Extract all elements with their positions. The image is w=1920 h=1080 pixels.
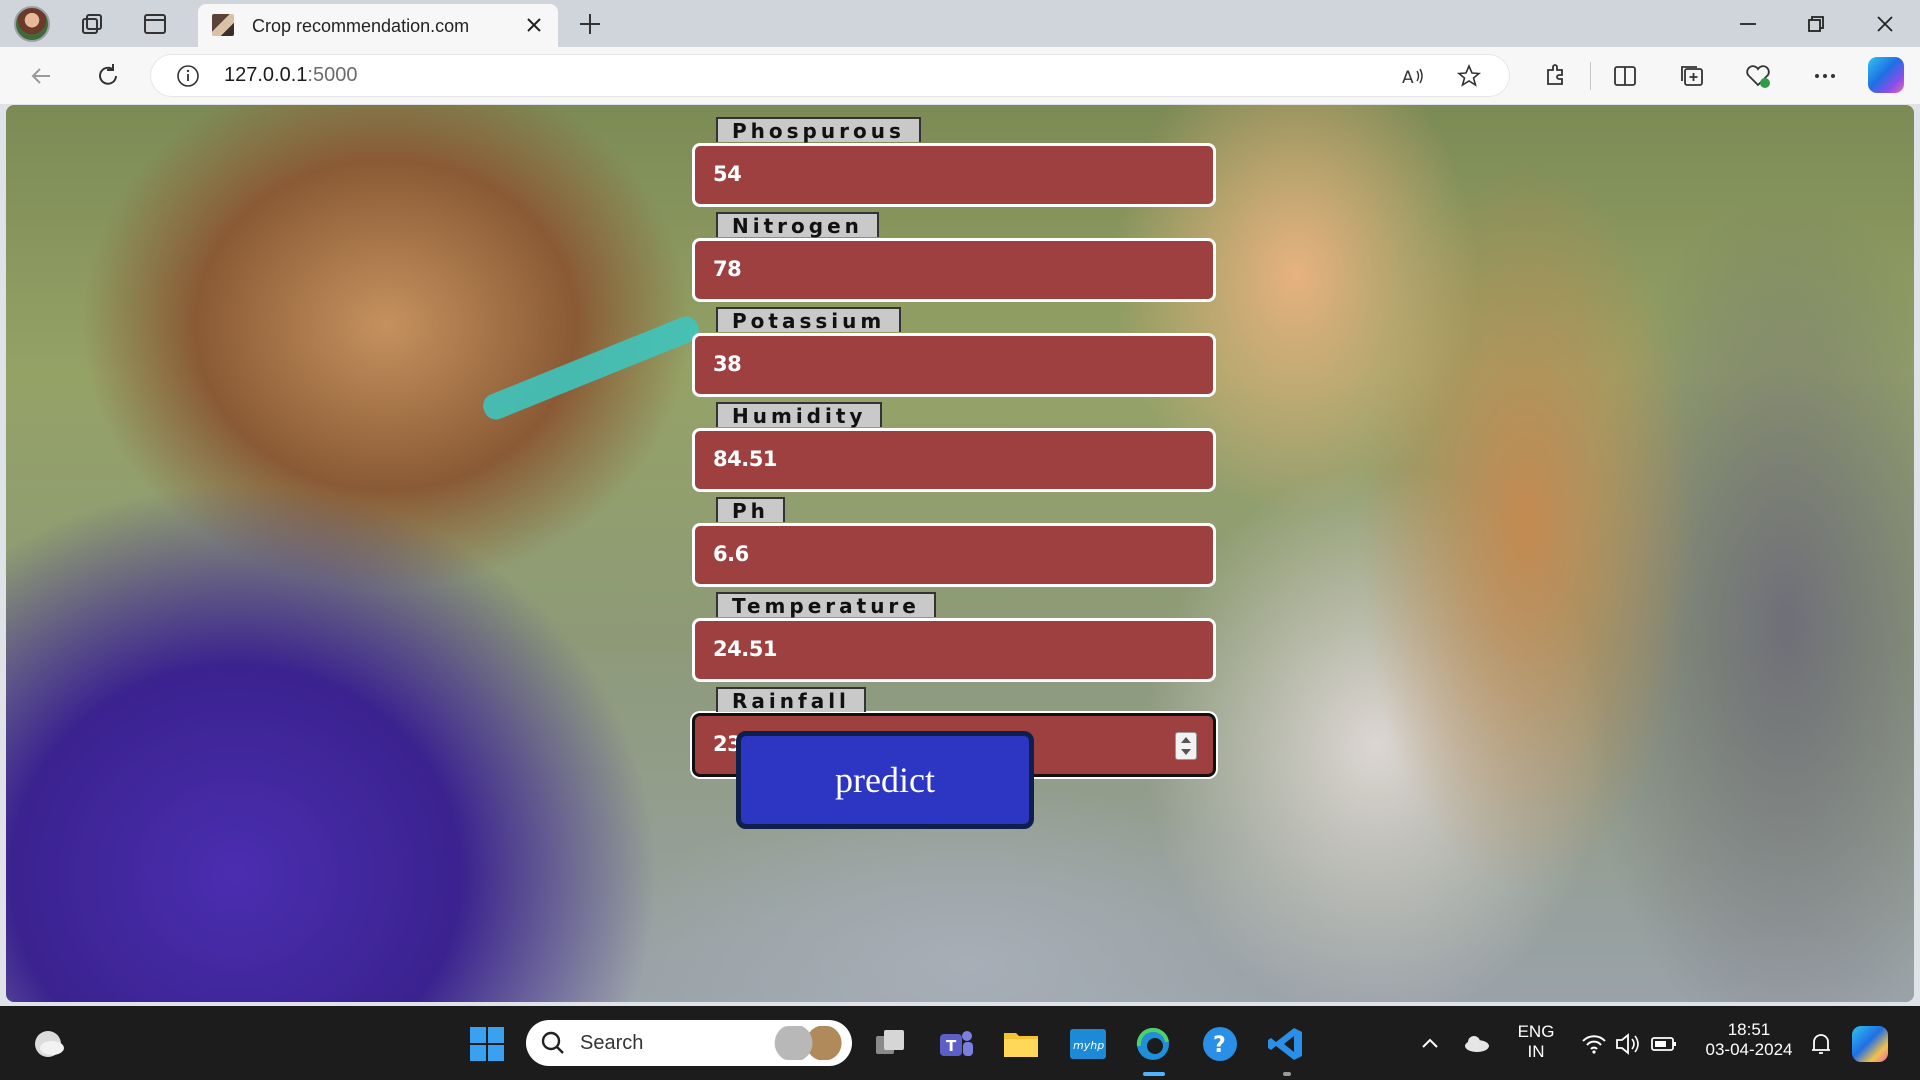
region-code: IN bbox=[1527, 1042, 1545, 1061]
restore-icon[interactable] bbox=[1804, 12, 1828, 36]
field-label: Ph bbox=[716, 497, 785, 523]
profile-avatar[interactable] bbox=[14, 6, 50, 42]
back-icon[interactable] bbox=[26, 61, 56, 91]
humidity-input[interactable]: 84.51 bbox=[692, 428, 1216, 492]
taskbar-search[interactable]: Search bbox=[526, 1020, 852, 1066]
refresh-icon[interactable] bbox=[93, 61, 123, 91]
field-value: 24.51 bbox=[713, 637, 777, 661]
field-label: Rainfall bbox=[716, 687, 866, 713]
input-language-indicator[interactable]: ENG IN bbox=[1508, 1022, 1564, 1062]
toolbar-separator bbox=[1590, 62, 1591, 90]
windows-start-icon[interactable] bbox=[467, 1024, 507, 1064]
copilot-taskbar-icon[interactable] bbox=[1852, 1026, 1888, 1062]
minimize-icon[interactable] bbox=[1736, 12, 1760, 36]
volume-icon[interactable] bbox=[1614, 1024, 1642, 1064]
field-value: 78 bbox=[713, 257, 742, 281]
potassium-field[interactable]: Potassium 38 bbox=[692, 307, 1216, 397]
search-label: Search bbox=[580, 1032, 644, 1054]
weather-icon[interactable] bbox=[28, 1024, 68, 1064]
navigation-bar: 127.0.0.1:5000 A bbox=[0, 47, 1920, 104]
field-value: 54 bbox=[713, 162, 742, 186]
field-value: 38 bbox=[713, 352, 742, 376]
humidity-field[interactable]: Humidity 84.51 bbox=[692, 402, 1216, 492]
split-screen-icon[interactable] bbox=[1610, 61, 1640, 91]
clock-time: 18:51 bbox=[1727, 1020, 1771, 1039]
field-label: Phospurous bbox=[716, 117, 921, 143]
edge-browser-icon[interactable] bbox=[1133, 1024, 1173, 1064]
nitrogen-input[interactable]: 78 bbox=[692, 238, 1216, 302]
active-app-indicator bbox=[1143, 1072, 1165, 1076]
system-clock[interactable]: 18:51 03-04-2024 bbox=[1694, 1020, 1804, 1060]
battery-icon[interactable] bbox=[1650, 1024, 1678, 1064]
tab-favicon-icon bbox=[212, 14, 234, 36]
new-tab-icon[interactable] bbox=[576, 10, 604, 38]
field-label: Temperature bbox=[716, 592, 936, 618]
predict-button[interactable]: predict bbox=[736, 731, 1034, 829]
vscode-icon[interactable] bbox=[1266, 1024, 1306, 1064]
url-text: 127.0.0.1:5000 bbox=[224, 64, 358, 86]
extensions-icon[interactable] bbox=[1540, 61, 1570, 91]
collections-icon[interactable] bbox=[1677, 61, 1707, 91]
tab-actions-icon[interactable] bbox=[141, 10, 169, 38]
notifications-icon[interactable] bbox=[1806, 1024, 1836, 1064]
svg-text:?: ? bbox=[1213, 1033, 1226, 1058]
svg-text:A: A bbox=[1402, 68, 1414, 88]
title-bar: Crop recommendation.com bbox=[0, 0, 1920, 47]
show-hidden-icons-chevron-icon[interactable] bbox=[1418, 1024, 1442, 1064]
field-label: Humidity bbox=[716, 402, 883, 428]
browser-tab[interactable]: Crop recommendation.com bbox=[198, 4, 558, 47]
copilot-icon[interactable] bbox=[1868, 57, 1904, 93]
task-view-icon[interactable] bbox=[870, 1024, 910, 1064]
taskbar: Search T myhp ? ENG IN 18:51 03-04-2024 bbox=[0, 1006, 1920, 1080]
search-highlight-image bbox=[772, 1026, 844, 1060]
svg-text:myhp: myhp bbox=[1073, 1039, 1104, 1052]
phosphorus-input[interactable]: 54 bbox=[692, 143, 1216, 207]
favorite-star-icon[interactable] bbox=[1456, 63, 1482, 89]
file-explorer-icon[interactable] bbox=[1001, 1024, 1041, 1064]
phosphorus-field[interactable]: Phospurous 54 bbox=[692, 117, 1216, 207]
field-value: 6.6 bbox=[713, 542, 749, 566]
wifi-icon[interactable] bbox=[1580, 1024, 1608, 1064]
field-label: Nitrogen bbox=[716, 212, 879, 238]
close-window-icon[interactable] bbox=[1873, 12, 1897, 36]
workspaces-icon[interactable] bbox=[78, 10, 106, 38]
field-value: 84.51 bbox=[713, 447, 777, 471]
site-info-icon[interactable] bbox=[176, 64, 200, 88]
ph-field[interactable]: Ph 6.6 bbox=[692, 497, 1216, 587]
address-bar[interactable]: 127.0.0.1:5000 A bbox=[150, 54, 1510, 97]
temperature-input[interactable]: 24.51 bbox=[692, 618, 1216, 682]
help-icon[interactable]: ? bbox=[1200, 1024, 1240, 1064]
background-photo-detail bbox=[479, 312, 703, 424]
field-label: Potassium bbox=[716, 307, 902, 333]
onedrive-icon[interactable] bbox=[1462, 1024, 1492, 1064]
read-aloud-icon[interactable]: A bbox=[1400, 63, 1426, 89]
close-tab-icon[interactable] bbox=[524, 15, 544, 35]
browser-essentials-icon[interactable] bbox=[1743, 61, 1773, 91]
search-icon bbox=[541, 1031, 564, 1054]
potassium-input[interactable]: 38 bbox=[692, 333, 1216, 397]
language-code: ENG bbox=[1517, 1022, 1555, 1041]
svg-text:T: T bbox=[946, 1037, 957, 1055]
tab-title: Crop recommendation.com bbox=[252, 16, 470, 36]
running-app-indicator bbox=[1283, 1072, 1291, 1076]
myhp-icon[interactable]: myhp bbox=[1068, 1024, 1108, 1064]
nitrogen-field[interactable]: Nitrogen 78 bbox=[692, 212, 1216, 302]
number-spinner[interactable] bbox=[1175, 732, 1197, 760]
ph-input[interactable]: 6.6 bbox=[692, 523, 1216, 587]
teams-icon[interactable]: T bbox=[936, 1024, 976, 1064]
more-options-icon[interactable] bbox=[1810, 61, 1840, 91]
temperature-field[interactable]: Temperature 24.51 bbox=[692, 592, 1216, 682]
clock-date: 03-04-2024 bbox=[1705, 1040, 1793, 1059]
